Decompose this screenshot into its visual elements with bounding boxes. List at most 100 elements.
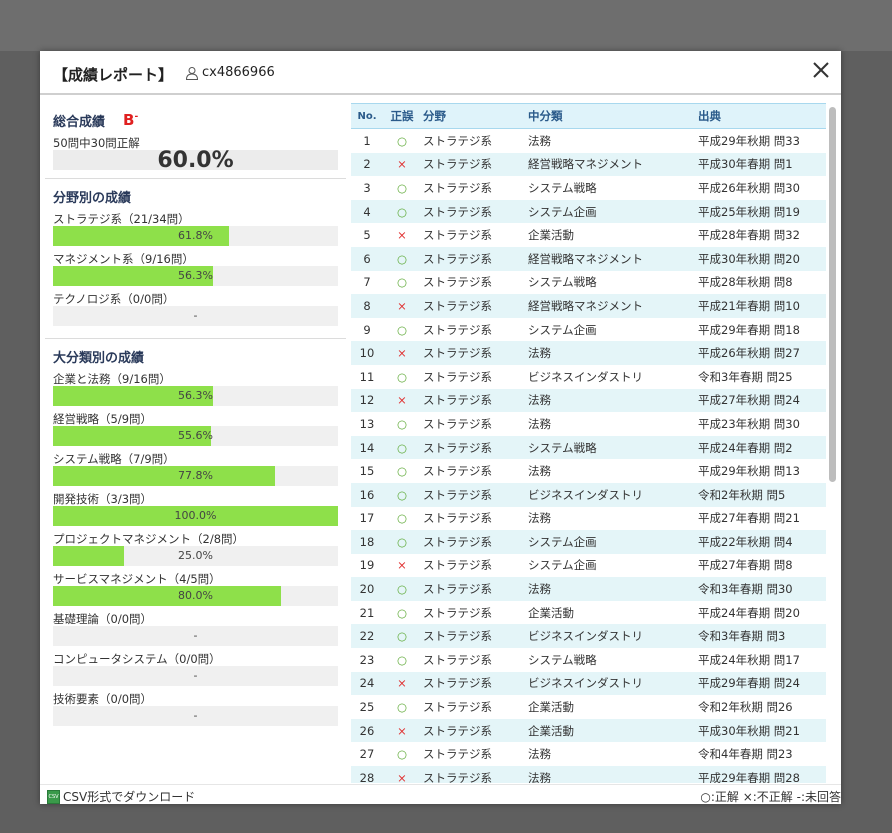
cell-field: ストラテジ系 xyxy=(423,534,492,549)
cell-middle-category: 経営戦略マネジメント xyxy=(528,251,643,266)
modal-header: 【成績レポート】 cx4866966 xyxy=(40,51,841,95)
table-scrollbar[interactable] xyxy=(829,107,836,482)
cell-result: ○ xyxy=(396,251,408,266)
table-row[interactable]: 15 ○ ストラテジ系 法務 平成29年秋期 問13 xyxy=(351,459,826,483)
cell-no: 14 xyxy=(359,440,375,455)
score-item-label: プロジェクトマネジメント（2/8問） xyxy=(53,532,245,546)
field-items: ストラテジ系（21/34問） 61.8% マネジメント系（9/16問） 56.3% テク… xyxy=(53,211,338,326)
cell-source: 平成29年秋期 問33 xyxy=(698,133,800,148)
table-row[interactable]: 20 ○ ストラテジ系 法務 令和3年春期 問30 xyxy=(351,577,826,601)
cell-source: 平成27年春期 問21 xyxy=(698,511,800,526)
table-row[interactable]: 4 ○ ストラテジ系 システム企画 平成25年秋期 問19 xyxy=(351,199,826,224)
cell-result: × xyxy=(397,770,407,783)
table-row[interactable]: 7 ○ ストラテジ系 システム戦略 平成28年秋期 問8 xyxy=(351,271,826,295)
score-progress-bar: - xyxy=(53,306,338,326)
score-item: サービスマネジメント（4/5問） 80.0% xyxy=(53,571,338,606)
score-item: 企業と法務（9/16問） 56.3% xyxy=(53,371,338,406)
table-row[interactable]: 19 × ストラテジ系 システム企画 平成27年春期 問8 xyxy=(351,554,826,578)
table-row[interactable]: 3 ○ ストラテジ系 システム戦略 平成26年秋期 問30 xyxy=(351,176,826,200)
table-row[interactable]: 8 × ストラテジ系 経営戦略マネジメント 平成21年春期 問10 xyxy=(351,294,826,318)
category-items: 企業と法務（9/16問） 56.3% 経営戦略（5/9問） 55.6% システム戦略（7… xyxy=(53,371,338,726)
question-table-panel[interactable]: No. 正誤 分野 中分類 出典 1 ○ ストラテジ系 法務 平成29年秋期 問33 2 ×… xyxy=(351,103,826,783)
category-section: 大分類別の成績 企業と法務（9/16問） 56.3% 経営戦略（5/9問） 55.6%… xyxy=(45,347,346,726)
table-row[interactable]: 24 × ストラテジ系 ビジネスインダストリ 平成29年春期 問24 xyxy=(351,671,826,696)
cell-middle-category: 法務 xyxy=(528,133,551,148)
col-header-result: 正誤 xyxy=(383,103,421,129)
table-row[interactable]: 6 ○ ストラテジ系 経営戦略マネジメント 平成30年秋期 問20 xyxy=(351,246,826,271)
cell-source: 平成24年春期 問2 xyxy=(698,440,793,455)
cell-middle-category: 企業活動 xyxy=(528,723,574,738)
table-row[interactable]: 26 × ストラテジ系 企業活動 平成30年秋期 問21 xyxy=(351,718,826,743)
cell-middle-category: システム企画 xyxy=(528,534,597,549)
cell-middle-category: 法務 xyxy=(528,464,551,479)
cell-no: 11 xyxy=(359,369,375,384)
cell-field: ストラテジ系 xyxy=(423,723,492,738)
cell-source: 平成24年秋期 問17 xyxy=(698,652,800,667)
score-percent: - xyxy=(193,709,198,722)
table-row[interactable]: 11 ○ ストラテジ系 ビジネスインダストリ 令和3年春期 問25 xyxy=(351,365,826,389)
col-header-field: 分野 xyxy=(421,103,528,129)
csv-download-label: CSV形式でダウンロード xyxy=(63,790,196,804)
table-row[interactable]: 14 ○ ストラテジ系 システム戦略 平成24年春期 問2 xyxy=(351,435,826,460)
cell-middle-category: ビジネスインダストリ xyxy=(528,629,643,644)
table-row[interactable]: 16 ○ ストラテジ系 ビジネスインダストリ 令和2年秋期 問5 xyxy=(351,482,826,507)
cell-field: ストラテジ系 xyxy=(423,393,492,408)
score-item-label: サービスマネジメント（4/5問） xyxy=(53,572,221,586)
cell-no: 25 xyxy=(359,700,375,715)
csv-download-link[interactable]: CSV CSV形式でダウンロード xyxy=(47,788,195,804)
table-row[interactable]: 22 ○ ストラテジ系 ビジネスインダストリ 令和3年春期 問3 xyxy=(351,624,826,649)
score-item: コンピュータシステム（0/0問） - xyxy=(53,651,338,686)
cell-field: ストラテジ系 xyxy=(423,464,492,479)
table-row[interactable]: 18 ○ ストラテジ系 システム企画 平成22年秋期 問4 xyxy=(351,530,826,554)
field-heading: 分野別の成績 xyxy=(53,190,132,206)
grade-badge: B- xyxy=(123,111,138,129)
cell-result: × xyxy=(397,676,407,691)
cell-no: 2 xyxy=(363,157,371,172)
cell-no: 17 xyxy=(359,511,375,526)
table-row[interactable]: 10 × ストラテジ系 法務 平成26年秋期 問27 xyxy=(351,341,826,365)
score-item: 開発技術（3/3問） 100.0% xyxy=(53,491,338,526)
cell-no: 5 xyxy=(363,228,371,243)
table-row[interactable]: 2 × ストラテジ系 経営戦略マネジメント 平成30年春期 問1 xyxy=(351,152,826,177)
score-item-label: 経営戦略（5/9問） xyxy=(53,412,153,426)
cell-source: 平成29年春期 問24 xyxy=(698,676,800,691)
cell-no: 8 xyxy=(363,298,371,313)
cell-source: 平成28年春期 問32 xyxy=(698,228,800,243)
cell-no: 22 xyxy=(359,629,375,644)
cell-source: 平成30年春期 問1 xyxy=(698,157,793,172)
table-row[interactable]: 12 × ストラテジ系 法務 平成27年秋期 問24 xyxy=(351,388,826,413)
close-icon[interactable] xyxy=(811,60,831,80)
score-item-label: システム戦略（7/9問） xyxy=(53,452,175,466)
overall-percent: 60.0% xyxy=(157,148,234,173)
cell-result: × xyxy=(397,346,407,361)
cell-result: × xyxy=(397,298,407,313)
table-row[interactable]: 9 ○ ストラテジ系 システム企画 平成29年春期 問18 xyxy=(351,318,826,342)
score-percent: 77.8% xyxy=(178,469,213,482)
table-body: 1 ○ ストラテジ系 法務 平成29年秋期 問33 2 × ストラテジ系 経営戦略マネジメント平… xyxy=(351,129,826,783)
cell-middle-category: 法務 xyxy=(528,747,551,762)
field-section: 分野別の成績 ストラテジ系（21/34問） 61.8% マネジメント系（9/16問）… xyxy=(45,187,346,339)
table-row[interactable]: 27 ○ ストラテジ系 法務 令和4年春期 問23 xyxy=(351,742,826,766)
cell-middle-category: 法務 xyxy=(528,770,551,783)
cell-result: ○ xyxy=(396,511,408,526)
table-row[interactable]: 21 ○ ストラテジ系 企業活動 平成24年春期 問20 xyxy=(351,601,826,625)
cell-field: ストラテジ系 xyxy=(423,487,492,502)
table-row[interactable]: 28 × ストラテジ系 法務 平成29年春期 問28 xyxy=(351,766,826,783)
table-row[interactable]: 5 × ストラテジ系 企業活動 平成28年春期 問32 xyxy=(351,223,826,247)
modal-footer: CSV CSV形式でダウンロード ○:正解 ×:不正解 -:未回答 xyxy=(40,784,841,804)
cell-source: 平成29年春期 問18 xyxy=(698,322,800,337)
score-item-label: 基礎理論（0/0問） xyxy=(53,612,153,626)
table-row[interactable]: 17 ○ ストラテジ系 法務 平成27年春期 問21 xyxy=(351,507,826,531)
table-row[interactable]: 23 ○ ストラテジ系 システム戦略 平成24年秋期 問17 xyxy=(351,648,826,672)
score-summary-panel: 総合成績 B- 50問中30問正解 60.0% 分野別の成績 ストラテジ系（21… xyxy=(45,103,346,783)
overall-heading-text: 総合成績 xyxy=(53,114,106,130)
score-item: 経営戦略（5/9問） 55.6% xyxy=(53,411,338,446)
score-item: マネジメント系（9/16問） 56.3% xyxy=(53,251,338,286)
score-progress-bar: 100.0% xyxy=(53,506,338,526)
overall-count: 50問中30問正解 xyxy=(53,136,140,150)
score-item: テクノロジ系（0/0問） - xyxy=(53,291,338,326)
result-legend: ○:正解 ×:不正解 -:未回答 xyxy=(700,790,841,804)
table-row[interactable]: 25 ○ ストラテジ系 企業活動 令和2年秋期 問26 xyxy=(351,695,826,719)
table-row[interactable]: 1 ○ ストラテジ系 法務 平成29年秋期 問33 xyxy=(351,129,826,153)
table-row[interactable]: 13 ○ ストラテジ系 法務 平成23年秋期 問30 xyxy=(351,412,826,436)
